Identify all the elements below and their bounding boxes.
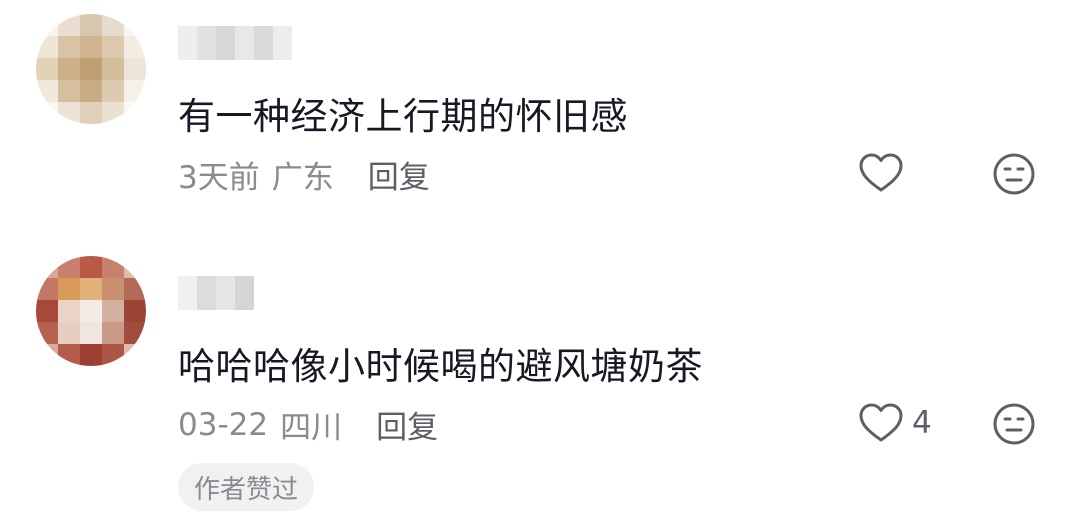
comment-location: 四川: [280, 410, 343, 446]
avatar-mosaic-tile: [36, 36, 58, 58]
heart-outline-icon: [859, 153, 903, 192]
comment-location: 广东: [271, 160, 334, 196]
reply-button[interactable]: 回复: [376, 402, 438, 447]
comment-item: 哈哈哈像小时候喝的避风塘奶茶 03-22 四川 回复 4: [0, 240, 1080, 526]
avatar-mosaic-tile: [80, 300, 102, 322]
avatar-mosaic-tile: [58, 80, 80, 102]
comment-text: 有一种经济上行期的怀旧感: [178, 95, 628, 138]
avatar-mosaic-tile: [124, 278, 146, 300]
reply-button[interactable]: 回复: [368, 152, 430, 197]
neutral-face-icon[interactable]: [992, 402, 1036, 446]
avatar-mosaic-tile: [58, 278, 80, 300]
avatar-mosaic-tile: [58, 36, 80, 58]
heart-outline-icon: [859, 403, 903, 442]
avatar-mosaic-tile: [58, 344, 80, 366]
avatar-mosaic-tile: [80, 256, 102, 278]
username-blurred[interactable]: [178, 276, 254, 310]
avatar[interactable]: [36, 14, 146, 124]
avatar-mosaic-tile: [36, 102, 58, 124]
comment-time: 3天前: [178, 160, 260, 196]
avatar-mosaic-tile: [36, 344, 58, 366]
avatar-mosaic-tile: [80, 278, 102, 300]
avatar-mosaic-tile: [58, 14, 80, 36]
avatar-mosaic-tile: [124, 80, 146, 102]
avatar-mosaic-tile: [36, 322, 58, 344]
like-count: 4: [912, 405, 932, 441]
avatar-mosaic-tile: [102, 300, 124, 322]
avatar-mosaic-tile: [58, 322, 80, 344]
avatar-mosaic-tile: [36, 14, 58, 36]
avatar-mosaic-tile: [80, 102, 102, 124]
avatar-mosaic-tile: [124, 36, 146, 58]
avatar-mosaic-tile: [36, 58, 58, 80]
avatar-mosaic-tile: [102, 102, 124, 124]
like-button[interactable]: 4: [858, 402, 932, 444]
avatar-mosaic-tile: [124, 300, 146, 322]
avatar-mosaic-tile: [102, 36, 124, 58]
avatar-mosaic-tile: [124, 344, 146, 366]
comment-meta: 3天前 广东 回复: [178, 152, 430, 197]
avatar-mosaic-tile: [124, 58, 146, 80]
avatar-mosaic-tile: [102, 256, 124, 278]
comment-meta: 03-22 四川 回复: [178, 402, 438, 447]
comment-time: 03-22: [178, 406, 269, 443]
avatar-mosaic-tile: [36, 256, 58, 278]
avatar-mosaic-tile: [36, 300, 58, 322]
avatar-mosaic-tile: [80, 36, 102, 58]
avatar-mosaic-tile: [102, 322, 124, 344]
avatar[interactable]: [36, 256, 146, 366]
avatar-mosaic-tile: [80, 80, 102, 102]
avatar-mosaic-tile: [58, 300, 80, 322]
avatar-mosaic-tile: [80, 322, 102, 344]
avatar-mosaic-tile: [80, 14, 102, 36]
avatar-mosaic-tile: [102, 278, 124, 300]
avatar-mosaic-tile: [124, 14, 146, 36]
avatar-mosaic-tile: [58, 102, 80, 124]
avatar-mosaic-tile: [80, 344, 102, 366]
neutral-face-icon[interactable]: [992, 152, 1036, 196]
comment-item: 有一种经济上行期的怀旧感 3天前 广东 回复: [0, 0, 1080, 240]
avatar-mosaic-tile: [36, 278, 58, 300]
avatar-mosaic-tile: [102, 58, 124, 80]
avatar-mosaic-tile: [124, 102, 146, 124]
avatar-mosaic-tile: [36, 80, 58, 102]
avatar-mosaic-tile: [102, 80, 124, 102]
avatar-mosaic-tile: [58, 58, 80, 80]
avatar-mosaic-tile: [124, 322, 146, 344]
avatar-mosaic-tile: [124, 256, 146, 278]
avatar-mosaic-tile: [102, 344, 124, 366]
comment-text: 哈哈哈像小时候喝的避风塘奶茶: [178, 345, 703, 388]
avatar-mosaic-tile: [80, 58, 102, 80]
like-button[interactable]: [858, 152, 912, 194]
author-liked-badge: 作者赞过: [178, 463, 315, 511]
avatar-mosaic-tile: [58, 256, 80, 278]
username-blurred[interactable]: [178, 26, 292, 60]
avatar-mosaic-tile: [102, 14, 124, 36]
